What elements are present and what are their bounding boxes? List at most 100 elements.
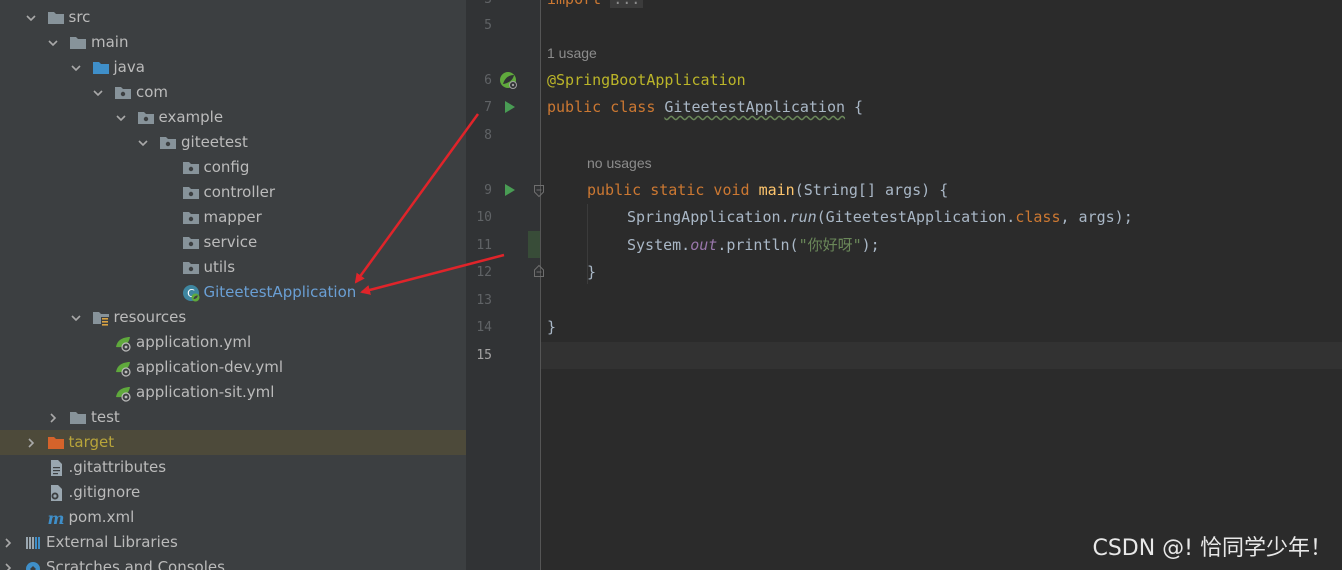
maven-icon: m: [47, 509, 65, 527]
code-line-println[interactable]: System.out.println("你好呀");: [627, 232, 880, 259]
chevron-right-icon[interactable]: [47, 412, 59, 424]
code-token: SpringApplication.: [627, 208, 790, 226]
project-tree: src main java com example giteetest config cont…: [0, 0, 466, 570]
tree-item-mapper[interactable]: mapper: [0, 205, 466, 230]
tree-item-pom-xml[interactable]: m pom.xml: [0, 505, 466, 530]
tree-item-controller[interactable]: controller: [0, 180, 466, 205]
line-number: 12: [476, 265, 492, 280]
code-token: .println(: [717, 236, 799, 254]
class-name: GiteetestApplication: [664, 98, 846, 116]
vcs-change-marker[interactable]: [528, 231, 540, 258]
tree-item-test[interactable]: test: [0, 405, 466, 430]
tree-item-application-yml[interactable]: application.yml: [0, 330, 466, 355]
chevron-down-icon[interactable]: [70, 312, 82, 324]
code-token: (GiteetestApplication.: [816, 208, 1016, 226]
tree-item-label: .gitignore: [68, 483, 141, 501]
code-line-class-decl[interactable]: public class GiteetestApplication {: [547, 94, 863, 121]
chevron-down-icon[interactable]: [92, 87, 104, 99]
tree-item-giteetest[interactable]: giteetest: [0, 130, 466, 155]
tree-item-java[interactable]: java: [0, 55, 466, 80]
tree-item-example[interactable]: example: [0, 105, 466, 130]
tree-item-label: External Libraries: [46, 533, 178, 551]
code-token: class: [1015, 208, 1061, 226]
tree-item-label: giteetest: [181, 133, 248, 151]
tree-item-utils[interactable]: utils: [0, 255, 466, 280]
chevron-down-icon[interactable]: [70, 62, 82, 74]
package-icon: [182, 259, 200, 277]
resources-folder-icon: [92, 309, 110, 327]
line-number: 7: [484, 100, 492, 115]
code-token: );: [861, 236, 880, 254]
chevron-down-icon[interactable]: [115, 112, 127, 124]
no-usages-hint[interactable]: no usages: [587, 150, 652, 177]
folded-imports[interactable]: ...: [610, 0, 644, 8]
tree-item-label: Scratches and Consoles: [46, 558, 225, 570]
run-main-icon[interactable]: [503, 182, 517, 198]
code-line-method-close[interactable]: }: [587, 259, 596, 286]
package-icon: [182, 234, 200, 252]
tree-item-label: test: [91, 408, 120, 426]
tree-item-gitattributes[interactable]: .gitattributes: [0, 455, 466, 480]
tree-item-label: controller: [203, 183, 276, 201]
tree-item-label: .gitattributes: [68, 458, 167, 476]
usage-hint[interactable]: 1 usage: [547, 40, 597, 67]
tree-item-resources[interactable]: resources: [0, 305, 466, 330]
tree-item-label: main: [91, 33, 129, 51]
class-keywords: public class: [547, 98, 665, 116]
excluded-folder-icon: [47, 434, 65, 452]
code-token: run: [789, 208, 817, 226]
tree-item-giteetestapplication[interactable]: C GiteetestApplication: [0, 280, 466, 305]
spring-bean-icon[interactable]: [499, 70, 519, 90]
line-number: 6: [484, 73, 492, 88]
spring-boot-class-icon: C: [182, 284, 200, 302]
chevron-right-icon[interactable]: [2, 537, 14, 549]
tree-item-gitignore[interactable]: .gitignore: [0, 480, 466, 505]
code-line-main-decl[interactable]: public static void main(String[] args) {: [587, 177, 948, 204]
chevron-down-icon[interactable]: [47, 37, 59, 49]
tree-item-main[interactable]: main: [0, 30, 466, 55]
run-class-icon[interactable]: [503, 99, 517, 115]
tree-item-label: application-sit.yml: [136, 383, 275, 401]
line-number: 5: [484, 18, 492, 33]
folder-icon: [69, 34, 87, 52]
tree-item-label: resources: [113, 308, 187, 326]
package-icon: [114, 84, 132, 102]
line-number: 14: [476, 320, 492, 335]
code-editor[interactable]: import ... 1 usage @SpringBootApplicatio…: [541, 0, 1342, 570]
folder-icon: [47, 9, 65, 27]
tree-item-label: example: [158, 108, 224, 126]
tree-item-external-libraries[interactable]: External Libraries: [0, 530, 466, 555]
tree-item-src[interactable]: src: [0, 5, 466, 30]
tree-item-service[interactable]: service: [0, 230, 466, 255]
method-name: main: [758, 181, 795, 199]
chevron-down-icon[interactable]: [25, 12, 37, 24]
tree-item-scratches-and-consoles[interactable]: Scratches and Consoles: [0, 555, 466, 570]
chevron-down-icon[interactable]: [137, 137, 149, 149]
tree-item-label: application-dev.yml: [136, 358, 284, 376]
package-icon: [182, 159, 200, 177]
tree-item-label: com: [136, 83, 169, 101]
line-number: 9: [484, 183, 492, 198]
chevron-right-icon[interactable]: [25, 437, 37, 449]
line-number: 11: [476, 238, 492, 253]
tree-item-label: GiteetestApplication: [203, 283, 357, 301]
tree-item-application-dev-yml[interactable]: application-dev.yml: [0, 355, 466, 380]
tree-item-label: java: [113, 58, 145, 76]
tree-item-application-sit-yml[interactable]: application-sit.yml: [0, 380, 466, 405]
tree-item-label: pom.xml: [68, 508, 135, 526]
import-keyword: import: [547, 0, 601, 8]
spring-yml-icon: [114, 359, 132, 377]
watermark: CSDN @! 恰同学少年！: [1092, 536, 1332, 561]
chevron-right-icon[interactable]: [2, 562, 14, 570]
code-line-annotation[interactable]: @SpringBootApplication: [547, 67, 746, 94]
package-icon: [159, 134, 177, 152]
code-line-class-close[interactable]: }: [547, 314, 556, 341]
code-line-run[interactable]: SpringApplication.run(GiteetestApplicati…: [627, 204, 1133, 231]
method-params: (String[] args) {: [794, 181, 949, 199]
current-line-highlight: [541, 342, 1342, 369]
code-line-imports[interactable]: import ...: [547, 0, 644, 13]
tree-item-target[interactable]: target: [0, 430, 466, 455]
tree-item-com[interactable]: com: [0, 80, 466, 105]
tree-item-label: src: [68, 8, 91, 26]
tree-item-config[interactable]: config: [0, 155, 466, 180]
